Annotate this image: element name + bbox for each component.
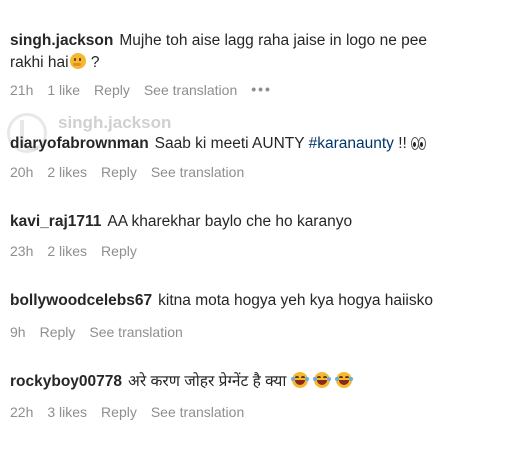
see-translation-button[interactable]: See translation [144,82,237,98]
hashtag-link[interactable]: #karanaunty [309,135,394,152]
comment-line: kavi_raj1711 AA kharekhar baylo che ho ka… [10,211,352,233]
comment-username[interactable]: diaryofabrownman [10,135,149,152]
comment-username[interactable]: bollywoodcelebs67 [10,292,152,309]
eyes-emoji-icon [411,137,427,150]
comment-text-cont: rakhi hai [10,54,69,71]
reply-button[interactable]: Reply [40,324,76,340]
comment-time[interactable]: 20h [10,164,33,180]
comment-time[interactable]: 22h [10,404,33,420]
reply-button[interactable]: Reply [101,164,137,180]
see-translation-button[interactable]: See translation [89,324,182,340]
laughing-emoji-icon [313,372,332,388]
comment-text-end: !! [393,135,407,152]
comment-meta: 9h Reply See translation [10,323,197,341]
comment-likes[interactable]: 3 likes [47,404,87,420]
comment-meta: 20h 2 likes Reply See translation [10,163,258,181]
see-translation-button[interactable]: See translation [151,164,244,180]
comment-username[interactable]: kavi_raj1711 [10,213,101,230]
comment-username[interactable]: rockyboy00778 [10,373,122,390]
comment-meta: 21h 1 like Reply See translation ••• [10,81,286,99]
comment-line: diaryofabrownman Saab ki meeti AUNTY #kar… [10,133,427,155]
comment-time[interactable]: 9h [10,324,26,340]
see-translation-button[interactable]: See translation [151,404,244,420]
comment-text: AA kharekhar baylo che ho karanyo [107,213,353,230]
comment-text-continued: rakhi hai ? [10,52,100,74]
comment-meta: 23h 2 likes Reply [10,242,151,260]
comment-meta: 22h 3 likes Reply See translation [10,403,258,421]
comment-text-end: ? [86,54,100,71]
comment-likes[interactable]: 2 likes [47,164,87,180]
reply-button[interactable]: Reply [101,243,137,259]
comment-line: singh.jackson Mujhe toh aise lagg raha ja… [10,30,427,52]
reply-button[interactable]: Reply [94,82,130,98]
comment-line: rockyboy00778 अरे करण जोहर प्रेग्नेंट है … [10,371,354,393]
laughing-emoji-icon [335,372,354,388]
comment-time[interactable]: 21h [10,82,33,98]
more-options-icon[interactable]: ••• [251,80,272,98]
comment-likes[interactable]: 2 likes [47,243,87,259]
comment-username[interactable]: singh.jackson [10,32,113,49]
thinking-face-emoji-icon [69,53,86,69]
comment-likes[interactable]: 1 like [47,82,80,98]
comment-text: kitna mota hogya yeh kya hogya haiisko [158,292,434,309]
comment-text: अरे करण जोहर प्रेग्नेंट है क्या [128,373,287,390]
comment-text: Saab ki meeti AUNTY [154,135,309,152]
laughing-emoji-icon [290,372,309,388]
comment-line: bollywoodcelebs67 kitna mota hogya yeh ky… [10,290,433,312]
comment-text: Mujhe toh aise lagg raha jaise in logo n… [119,32,428,49]
reply-button[interactable]: Reply [101,404,137,420]
comment-time[interactable]: 23h [10,243,33,259]
watermark: singh.jackson [58,113,172,132]
